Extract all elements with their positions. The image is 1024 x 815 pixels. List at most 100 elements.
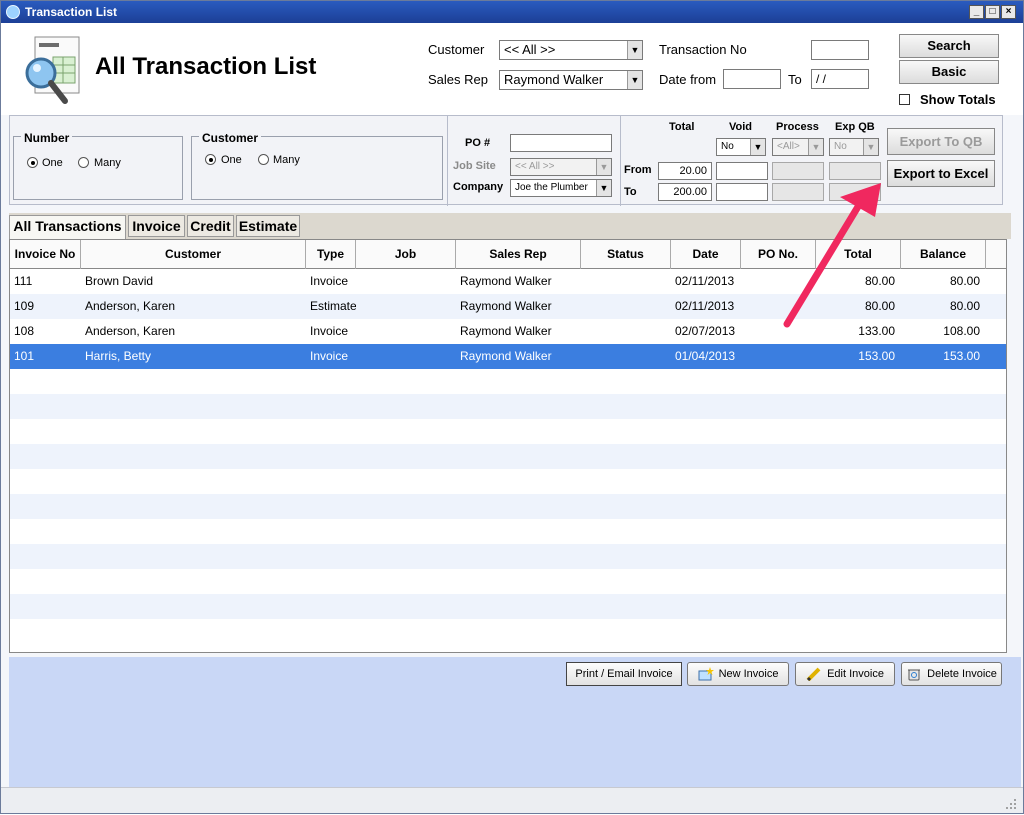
to-label: To xyxy=(624,186,637,198)
minimize-button[interactable]: _ xyxy=(969,5,984,19)
divider xyxy=(447,116,448,206)
cell-balance: 80.00 xyxy=(949,274,980,288)
tab-all-transactions[interactable]: All Transactions xyxy=(9,215,126,239)
chevron-down-icon[interactable]: ▼ xyxy=(596,180,611,196)
column-header-date[interactable]: Date xyxy=(671,240,741,269)
cell-balance: 80.00 xyxy=(949,299,980,313)
process-label: Process xyxy=(776,121,819,133)
table-row-selected[interactable]: 101 Harris, Betty Invoice Raymond Walker… xyxy=(10,344,1006,369)
maximize-button[interactable]: □ xyxy=(985,5,1000,19)
date-to-label: To xyxy=(788,72,802,87)
date-to-input[interactable]: / / xyxy=(811,69,869,89)
column-header-invoice-no[interactable]: Invoice No xyxy=(10,240,81,269)
export-to-qb-button[interactable]: Export To QB xyxy=(887,128,995,155)
company-select[interactable]: Joe the Plumber ▼ xyxy=(510,179,612,197)
column-header-po-no[interactable]: PO No. xyxy=(741,240,816,269)
process-from-input[interactable] xyxy=(772,162,824,180)
show-totals-label: Show Totals xyxy=(920,92,996,107)
company-select-value: Joe the Plumber xyxy=(515,182,588,193)
cell-sales-rep: Raymond Walker xyxy=(460,299,552,313)
process-to-input[interactable] xyxy=(772,183,824,201)
process-select[interactable]: <All> ▼ xyxy=(772,138,824,156)
number-one-radio[interactable] xyxy=(27,157,38,168)
number-many-radio[interactable] xyxy=(78,157,89,168)
exp-qb-select-value: No xyxy=(834,141,847,152)
cell-type: Estimate xyxy=(310,299,356,313)
customer-one-label: One xyxy=(221,154,242,166)
cell-customer: Brown David xyxy=(85,274,154,288)
search-button[interactable]: Search xyxy=(899,34,999,58)
transactions-grid[interactable]: Invoice No Customer Type Job Sales Rep S… xyxy=(9,239,1007,653)
customer-one-radio[interactable] xyxy=(205,154,216,165)
void-label: Void xyxy=(729,121,753,133)
grid-header: Invoice No Customer Type Job Sales Rep S… xyxy=(10,240,1006,269)
customer-select[interactable]: << All >> ▼ xyxy=(499,40,643,60)
cell-total: 153.00 xyxy=(858,349,895,363)
exp-qb-select[interactable]: No ▼ xyxy=(829,138,879,156)
table-row[interactable]: 109 Anderson, Karen Estimate Raymond Wal… xyxy=(10,294,1006,319)
cell-date: 01/04/2013 xyxy=(675,349,736,363)
print-email-invoice-label: Print / Email Invoice xyxy=(575,668,673,680)
po-label: PO # xyxy=(465,137,491,149)
basic-button[interactable]: Basic xyxy=(899,60,999,84)
chevron-down-icon[interactable]: ▼ xyxy=(808,139,823,155)
export-to-excel-button[interactable]: Export to Excel xyxy=(887,160,995,187)
new-invoice-button[interactable]: New Invoice xyxy=(687,662,789,686)
sales-rep-select-value: Raymond Walker xyxy=(504,72,604,87)
tab-credit[interactable]: Credit xyxy=(187,215,234,237)
cell-invoice-no: 111 xyxy=(14,274,33,288)
edit-invoice-label: Edit Invoice xyxy=(827,668,884,680)
column-header-type[interactable]: Type xyxy=(306,240,356,269)
delete-invoice-button[interactable]: Delete Invoice xyxy=(901,662,1002,686)
transaction-no-input[interactable] xyxy=(811,40,869,60)
void-select[interactable]: No ▼ xyxy=(716,138,766,156)
date-from-input[interactable] xyxy=(723,69,781,89)
void-from-input[interactable] xyxy=(716,162,768,180)
sales-rep-select[interactable]: Raymond Walker ▼ xyxy=(499,70,643,90)
cell-invoice-no: 101 xyxy=(14,349,35,363)
column-header-status[interactable]: Status xyxy=(581,240,671,269)
table-row[interactable]: 108 Anderson, Karen Invoice Raymond Walk… xyxy=(10,319,1006,344)
column-header-total[interactable]: Total xyxy=(816,240,901,269)
column-header-customer[interactable]: Customer xyxy=(81,240,306,269)
exp-qb-from-input[interactable] xyxy=(829,162,881,180)
cell-customer: Harris, Betty xyxy=(85,349,152,363)
tab-invoice[interactable]: Invoice xyxy=(128,215,185,237)
empty-row xyxy=(10,444,1006,469)
close-button[interactable]: × xyxy=(1001,5,1016,19)
total-from-input[interactable]: 20.00 xyxy=(658,162,712,180)
cell-balance: 108.00 xyxy=(943,324,980,338)
header-area: All Transaction List Customer << All >> … xyxy=(1,23,1023,115)
company-label: Company xyxy=(453,181,504,193)
chevron-down-icon[interactable]: ▼ xyxy=(596,159,611,175)
sales-rep-label: Sales Rep xyxy=(428,72,488,87)
column-header-balance[interactable]: Balance xyxy=(901,240,986,269)
pencil-icon xyxy=(806,667,821,682)
chevron-down-icon[interactable]: ▼ xyxy=(750,139,765,155)
print-email-invoice-button[interactable]: Print / Email Invoice xyxy=(566,662,682,686)
edit-invoice-button[interactable]: Edit Invoice xyxy=(795,662,895,686)
column-header-job[interactable]: Job xyxy=(356,240,456,269)
column-header-sales-rep[interactable]: Sales Rep xyxy=(456,240,581,269)
total-to-input[interactable]: 200.00 xyxy=(658,183,712,201)
cell-sales-rep: Raymond Walker xyxy=(460,349,552,363)
title-bar[interactable]: Transaction List _ □ × xyxy=(1,1,1023,23)
number-many-label: Many xyxy=(94,157,121,169)
void-to-input[interactable] xyxy=(716,183,768,201)
show-totals-checkbox[interactable] xyxy=(899,94,910,105)
job-site-select[interactable]: << All >> ▼ xyxy=(510,158,612,176)
resize-grip-icon[interactable] xyxy=(1005,798,1017,810)
job-site-select-value: << All >> xyxy=(515,161,555,172)
cell-sales-rep: Raymond Walker xyxy=(460,274,552,288)
table-row[interactable]: 111 Brown David Invoice Raymond Walker 0… xyxy=(10,269,1006,294)
app-icon xyxy=(6,5,20,19)
po-input[interactable] xyxy=(510,134,612,152)
chevron-down-icon[interactable]: ▼ xyxy=(863,139,878,155)
tab-estimate[interactable]: Estimate xyxy=(236,215,300,237)
customer-many-radio[interactable] xyxy=(258,154,269,165)
exp-qb-to-input[interactable] xyxy=(829,183,881,201)
customer-group xyxy=(191,136,443,200)
chevron-down-icon[interactable]: ▼ xyxy=(627,71,642,89)
page-title: All Transaction List xyxy=(95,53,317,80)
chevron-down-icon[interactable]: ▼ xyxy=(627,41,642,59)
